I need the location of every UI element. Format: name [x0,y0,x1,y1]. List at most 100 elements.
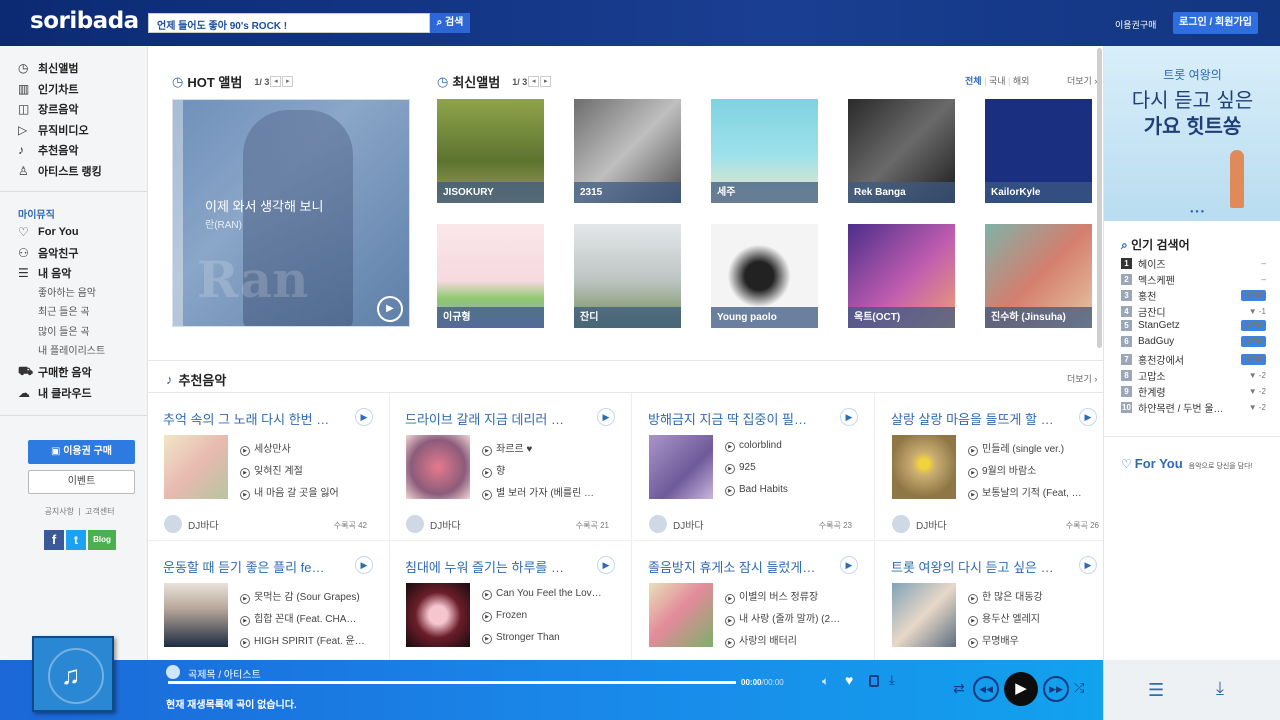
play-icon[interactable]: ▶ [1079,556,1097,574]
hot-album-cover[interactable]: Ran 이제 와서 생각해 보니 란(RAN) ▶ [172,99,410,327]
sidebar-item-recommend[interactable]: ♪ 추천음악 [0,140,147,161]
play-icon[interactable]: ▶ [1079,408,1097,426]
album-tile[interactable]: 옥트(OCT) [848,224,955,328]
card-thumbnail[interactable] [892,583,956,647]
filter-domestic[interactable]: 국내 [989,76,1006,86]
card-title[interactable]: 트롯 여왕의 다시 듣고 싶은 … [891,557,1071,576]
twitter-icon[interactable]: t [66,529,86,550]
card-track[interactable]: ▶ 힙합 꼰대 (Feat. CHA… [240,610,370,626]
for-you-header[interactable]: ♡ For You 음악으로 당신을 담다! [1121,456,1252,471]
sidebar-item-latest-album[interactable]: ◷ 최신앨범 [0,58,147,79]
popular-search-item[interactable]: 10 하얀목련 / 두번 울… ▼ -2 [1121,400,1266,415]
album-tile[interactable]: 진수하 (Jinsuha) [985,224,1092,328]
progress-bar[interactable] [168,681,736,684]
card-title[interactable]: 드라이브 갈래 지금 데리러 … [405,409,585,428]
card-track[interactable]: ▶ 세상만사 [240,440,370,456]
popular-search-item[interactable]: 1 헤이즈 – [1121,256,1266,271]
recommend-more-link[interactable]: 더보기 › [1067,372,1097,385]
latest-next-button[interactable]: ▸ [540,76,552,87]
filter-all[interactable]: 전체 [965,76,982,86]
voucher-link[interactable]: 이용권구매 [1115,18,1156,31]
play-icon[interactable]: ▶ [840,556,858,574]
sidebar-item-genre[interactable]: ◫ 장르음악 [0,99,147,120]
sidebar-sub-most-played[interactable]: 많이 들은 곡 [0,323,147,343]
logo[interactable]: soribada [30,8,139,34]
sidebar-item-purchased[interactable]: ⛟ 구매한 음악 [0,362,147,383]
popular-search-item[interactable]: 3 홍천 NEW [1121,288,1266,303]
card-track[interactable]: ▶ 9월의 바람소 [968,462,1098,478]
play-pause-icon[interactable]: ▶ [1004,672,1038,706]
shuffle-icon[interactable]: ⤮ [1074,680,1084,696]
buy-voucher-button[interactable]: ▣ 이용권 구매 [28,439,135,464]
popular-search-item[interactable]: 9 한계령 ▼ -2 [1121,384,1266,399]
playlist-card[interactable]: 드라이브 갈래 지금 데리러 … ▶ ▶ 좌르르 ♥ ▶ 향 ▶ 별 보러 가자 (베를… [390,393,632,541]
latest-more-link[interactable]: 더보기 › [1067,74,1097,87]
card-thumbnail[interactable] [406,583,470,647]
scrollbar[interactable] [1097,48,1102,348]
popular-search-item[interactable]: 2 멕스케펜 – [1121,272,1266,287]
card-track[interactable]: ▶ 이별의 버스 정류장 [725,588,855,604]
album-tile[interactable]: KailorKyle [985,99,1092,203]
popular-search-item[interactable]: 7 홍천강에서 NEW [1121,352,1266,367]
hot-prev-button[interactable]: ◂ [270,76,282,87]
card-track[interactable]: ▶ Frozen [482,610,612,622]
album-tile[interactable]: 잔디 [574,224,681,328]
card-dj[interactable]: DJ바다 [164,515,219,533]
card-track[interactable]: ▶ 향 [482,462,612,478]
card-title[interactable]: 방해금지 지금 딱 집중이 필… [648,409,828,428]
popular-search-item[interactable]: 4 금잔디 ▼ -1 [1121,304,1266,319]
latest-prev-button[interactable]: ◂ [528,76,540,87]
banner-dots[interactable]: ● ● ● [1190,209,1204,215]
album-tile[interactable]: Young paolo [711,224,818,328]
card-title[interactable]: 추억 속의 그 노래 다시 한번 … [163,409,343,428]
notice-link[interactable]: 공지사항 [45,507,74,516]
search-button[interactable]: ⌕ 검색 [430,13,470,33]
card-track[interactable]: ▶ 못먹는 감 (Sour Grapes) [240,588,370,604]
card-track[interactable]: ▶ Can You Feel the Lov… [482,588,612,600]
card-track[interactable]: ▶ 내 마음 갈 곳을 잃어 [240,484,370,500]
sidebar-item-for-you[interactable]: ♡ For You [0,222,147,243]
play-icon[interactable]: ▶ [597,556,615,574]
facebook-icon[interactable]: f [44,529,64,550]
card-track[interactable]: ▶ 민들레 (single ver.) [968,440,1098,456]
card-track[interactable]: ▶ Bad Habits [725,484,855,496]
sidebar-item-video[interactable]: ▷ 뮤직비디오 [0,120,147,141]
album-tile[interactable]: 이규형 [437,224,544,328]
card-track[interactable]: ▶ 무명배우 [968,632,1098,648]
play-icon[interactable]: ▶ [597,408,615,426]
heart-icon[interactable]: ♥ [845,672,853,688]
sidebar-sub-liked[interactable]: 좋아하는 음악 [0,284,147,304]
popular-search-item[interactable]: 8 고맙소 ▼ -2 [1121,368,1266,383]
hot-album-play-icon[interactable]: ▶ [377,296,403,322]
card-title[interactable]: 졸음방지 휴게소 잠시 들렀게… [648,557,828,576]
sidebar-item-chart[interactable]: ▥ 인기차트 [0,79,147,100]
album-tile[interactable]: JISOKURY [437,99,544,203]
filter-foreign[interactable]: 해외 [1013,76,1030,86]
volume-icon[interactable]: 🔈︎ [822,674,829,689]
card-title[interactable]: 운동할 때 듣기 좋은 플리 fe… [163,557,343,576]
playlist-card[interactable]: 살랑 살랑 마음을 들뜨게 할 … ▶ ▶ 민들레 (single ver.) ▶ 9… [876,393,1103,541]
album-tile[interactable]: 2315 [574,99,681,203]
play-icon[interactable]: ▶ [355,408,373,426]
card-track[interactable]: ▶ Stronger Than [482,632,612,644]
sidebar-item-cloud[interactable]: ☁ 내 클라우드 [0,382,147,403]
card-thumbnail[interactable] [164,583,228,647]
next-icon[interactable]: ▶▶ [1043,676,1069,702]
card-track[interactable]: ▶ 별 보러 가자 (베를린 … [482,484,612,500]
card-thumbnail[interactable] [164,435,228,499]
support-link[interactable]: 고객센터 [85,507,114,516]
card-dj[interactable]: DJ바다 [649,515,704,533]
sidebar-item-my-music[interactable]: ☰ 내 음악 [0,263,147,284]
card-title[interactable]: 침대에 누워 즐기는 하루를 … [405,557,585,576]
card-thumbnail[interactable] [649,583,713,647]
card-thumbnail[interactable] [406,435,470,499]
sidebar-item-artist-ranking[interactable]: ♙ 아티스트 랭킹 [0,161,147,182]
card-title[interactable]: 살랑 살랑 마음을 들뜨게 할 … [891,409,1071,428]
hot-next-button[interactable]: ▸ [282,76,294,87]
playlist-icon[interactable]: ☰ [1148,680,1164,701]
popular-search-item[interactable]: 5 StanGetz NEW [1121,320,1266,331]
blog-button[interactable]: Blog [88,529,116,550]
sidebar-sub-recent[interactable]: 최근 들은 곡 [0,303,147,323]
album-tile[interactable]: 세주 [711,99,818,203]
popular-search-item[interactable]: 6 BadGuy NEW [1121,336,1266,347]
